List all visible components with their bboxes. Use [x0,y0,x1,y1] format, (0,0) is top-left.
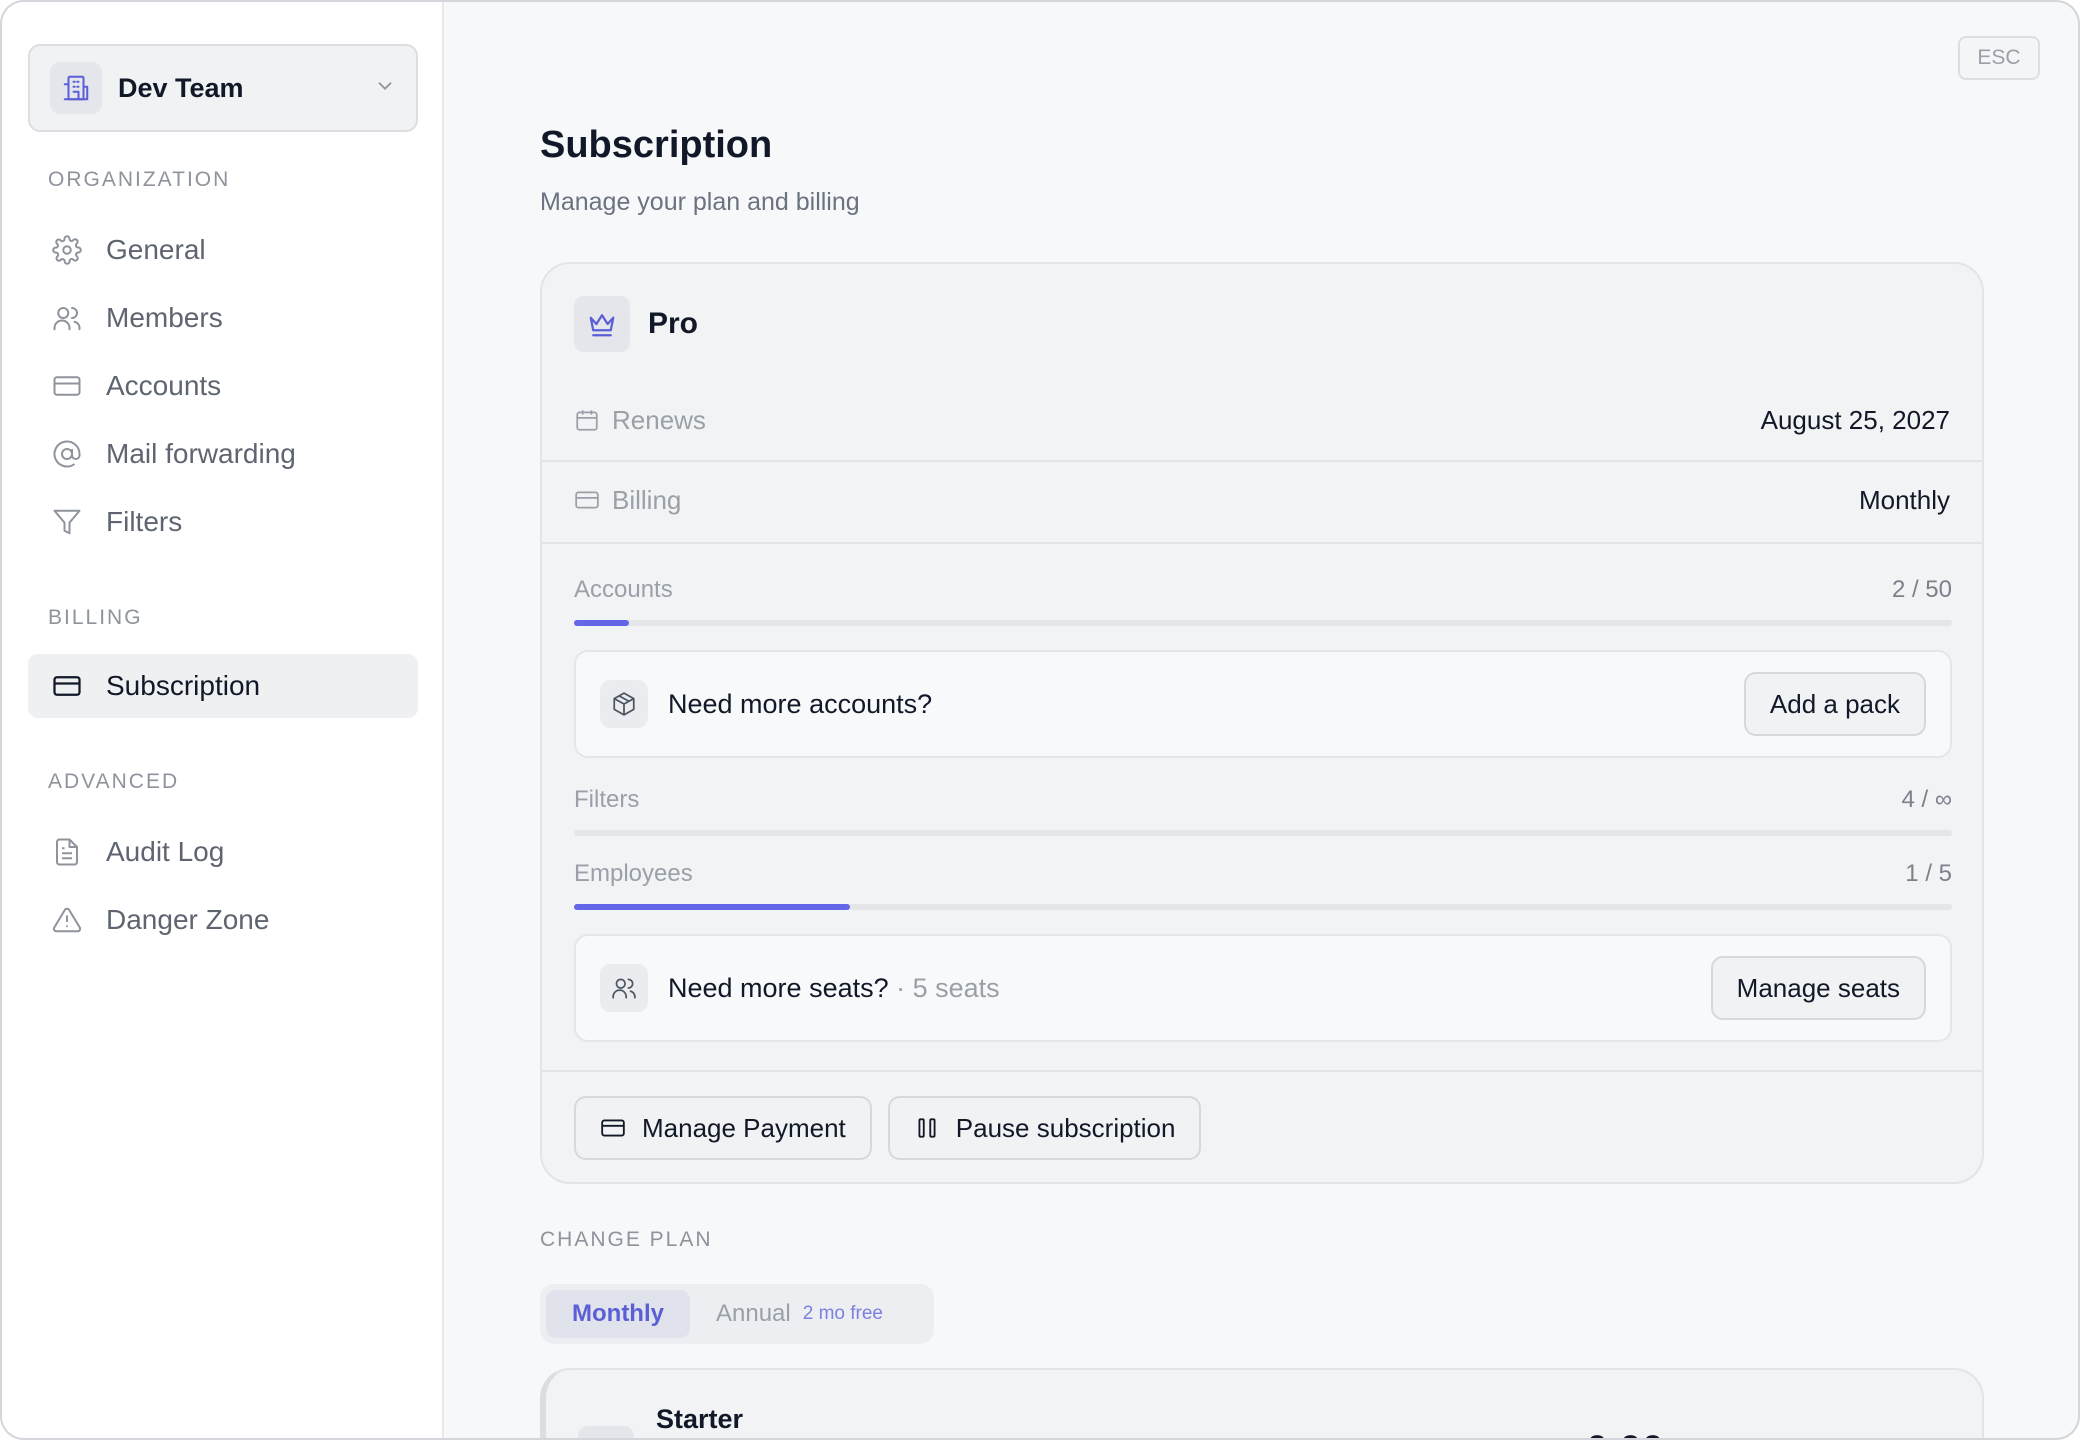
manage-payment-label: Manage Payment [642,1112,846,1143]
package-icon [600,680,648,728]
toggle-annual[interactable]: Annual 2 mo free [690,1290,909,1338]
chevron-down-icon [374,75,396,102]
usage-employees: Employees 1 / 5 [574,860,1952,920]
plan-name: Pro [648,307,699,340]
manage-payment-button[interactable]: Manage Payment [574,1096,872,1160]
at-icon [50,437,84,471]
plan-option-starter[interactable]: Starter 0.00 [540,1368,1984,1438]
sidebar-item-label: General [106,234,206,265]
billing-label: Billing [612,484,682,515]
plan-icon [578,1426,634,1438]
sidebar-item-label: Filters [106,506,183,537]
building-icon [50,62,102,114]
usage-progress-track [574,904,1952,910]
gear-icon [50,233,84,267]
page-subtitle: Manage your plan and billing [540,188,860,216]
sidebar-item-general[interactable]: General [28,218,418,282]
renews-label: Renews [612,404,706,435]
sidebar-item-label: Mail forwarding [106,438,296,469]
divider [542,542,1982,544]
usage-progress-track [574,620,1952,626]
add-pack-button[interactable]: Add a pack [1743,672,1926,736]
card-icon [574,487,600,513]
divider [542,1070,1982,1072]
plan-option-price: 0.00 [1586,1428,1664,1438]
sidebar-item-label: Subscription [106,670,261,701]
plan-actions: Manage Payment Pause subscription [574,1096,1202,1160]
billing-row: Billing Monthly [542,460,1982,540]
renews-row: Renews August 25, 2027 [542,380,1982,460]
usage-progress-fill [574,620,630,626]
usage-count: 1 / 5 [1905,860,1952,887]
usage-label: Accounts [574,576,673,603]
warning-icon [50,903,84,937]
page-title: Subscription [540,124,773,166]
filter-icon [50,505,84,539]
plan-header: Pro [574,296,698,352]
seats-detail: · 5 seats [888,972,1000,1003]
upsell-text: Need more seats? · 5 seats [668,973,1711,1004]
settings-window: Dev Team ORGANIZATION General Members Ac… [0,0,2080,1440]
toggle-monthly[interactable]: Monthly [546,1290,690,1338]
usage-count: 4 / ∞ [1901,786,1952,813]
sidebar: Dev Team ORGANIZATION General Members Ac… [2,2,444,1438]
upsell-text: Need more accounts? [668,688,933,719]
pause-subscription-button[interactable]: Pause subscription [887,1096,1202,1160]
team-switcher[interactable]: Dev Team [28,44,418,132]
crown-icon [574,296,630,352]
calendar-icon [574,407,600,433]
document-icon [50,835,84,869]
section-label-billing: BILLING [48,606,143,629]
billing-value: Monthly [1858,484,1950,515]
usage-label: Employees [574,860,693,887]
manage-seats-button[interactable]: Manage seats [1710,956,1926,1020]
sidebar-item-label: Members [106,302,223,333]
sidebar-item-label: Danger Zone [106,904,270,935]
sidebar-item-subscription[interactable]: Subscription [28,654,418,718]
seats-question: Need more seats? [668,972,889,1003]
sidebar-item-accounts[interactable]: Accounts [28,354,418,418]
usage-accounts: Accounts 2 / 50 [574,576,1952,636]
sidebar-item-danger-zone[interactable]: Danger Zone [28,888,418,952]
renews-value: August 25, 2027 [1760,404,1950,435]
sidebar-item-members[interactable]: Members [28,286,418,350]
card-icon [600,1114,628,1142]
usage-progress-fill [574,904,850,910]
seats-upsell: Need more seats? · 5 seats Manage seats [574,934,1952,1042]
usage-progress-track [574,830,1952,836]
pause-icon [914,1114,942,1142]
card-icon [50,369,84,403]
accounts-upsell: Need more accounts? Add a pack [574,650,1952,758]
users-icon [50,301,84,335]
sidebar-item-mail-forwarding[interactable]: Mail forwarding [28,422,418,486]
current-plan-card: Pro Renews August 25, 2027 Billing Month… [540,262,1984,1184]
toggle-annual-label: Annual [715,1300,791,1327]
sidebar-item-label: Accounts [106,370,222,401]
sidebar-item-filters[interactable]: Filters [28,490,418,554]
usage-count: 2 / 50 [1891,576,1952,603]
annual-discount-badge: 2 mo free [802,1303,883,1324]
sidebar-item-label: Audit Log [106,836,225,867]
sidebar-item-audit-log[interactable]: Audit Log [28,820,418,884]
usage-filters: Filters 4 / ∞ [574,786,1952,846]
section-label-organization: ORGANIZATION [48,168,231,191]
card-icon [50,669,84,703]
users-icon [600,964,648,1012]
billing-cycle-toggle: Monthly Annual 2 mo free [540,1284,934,1344]
usage-label: Filters [574,786,640,813]
change-plan-label: CHANGE PLAN [540,1228,713,1251]
section-label-advanced: ADVANCED [48,770,180,793]
team-name: Dev Team [118,72,244,103]
pause-subscription-label: Pause subscription [955,1112,1176,1143]
plan-option-name: Starter [656,1404,744,1434]
esc-button[interactable]: ESC [1958,36,2040,80]
